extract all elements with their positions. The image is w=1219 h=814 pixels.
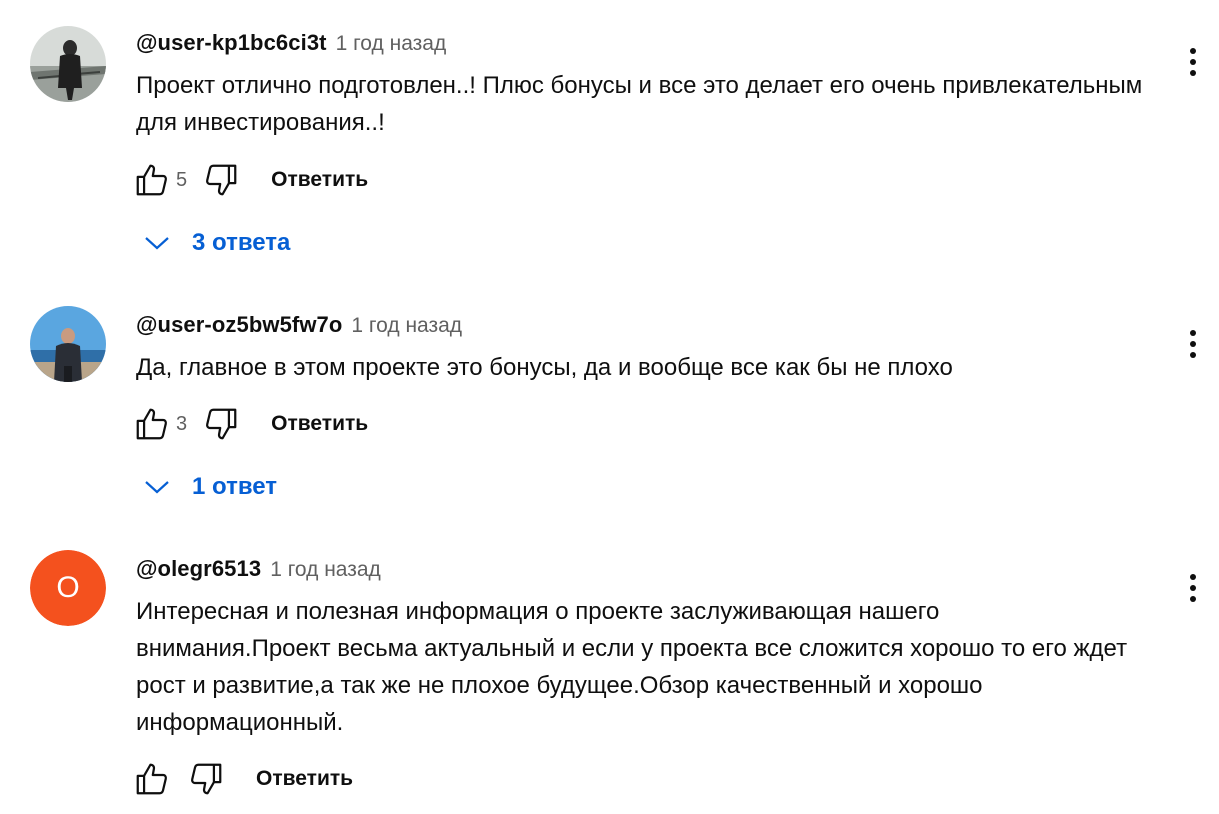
comment-author[interactable]: @user-oz5bw5fw7o	[136, 312, 342, 338]
photo-avatar-icon	[30, 26, 106, 102]
comment-text: Да, главное в этом проекте это бонусы, д…	[136, 354, 953, 381]
view-replies-button[interactable]: 3 ответа	[144, 226, 290, 260]
chevron-down-icon	[145, 237, 169, 250]
more-vertical-icon	[1190, 48, 1196, 76]
comment-text: Проект отлично подготовлен..! Плюс бонус…	[136, 72, 1143, 136]
avatar[interactable]: O	[30, 550, 106, 626]
thumb-up-icon	[136, 164, 167, 196]
chevron-down-icon	[145, 481, 169, 494]
comment-actions: 3 Ответить	[130, 402, 368, 446]
more-vertical-icon	[1190, 330, 1196, 358]
comment-author[interactable]: @olegr6513	[136, 556, 261, 582]
like-button[interactable]	[130, 757, 174, 801]
dislike-button[interactable]	[199, 402, 243, 446]
reply-button[interactable]: Ответить	[256, 759, 353, 799]
reply-button[interactable]: Ответить	[271, 404, 368, 444]
comment-menu-button[interactable]	[1176, 566, 1210, 610]
thumb-up-icon	[136, 408, 167, 440]
comment-author[interactable]: @user-kp1bc6ci3t	[136, 30, 327, 56]
like-count: 5	[176, 168, 188, 191]
dislike-button[interactable]	[199, 158, 243, 202]
comment-menu-button[interactable]	[1176, 322, 1210, 366]
like-button[interactable]	[130, 158, 174, 202]
dislike-button[interactable]	[184, 757, 228, 801]
comment-timestamp[interactable]: 1 год назад	[336, 32, 447, 56]
comment-actions: Ответить	[130, 757, 353, 801]
comment-menu-button[interactable]	[1176, 40, 1210, 84]
like-button[interactable]	[130, 402, 174, 446]
thumb-down-icon	[206, 408, 237, 440]
view-replies-button[interactable]: 1 ответ	[144, 470, 277, 504]
reply-button[interactable]: Ответить	[271, 160, 368, 200]
avatar[interactable]	[30, 306, 106, 382]
like-count: 3	[176, 412, 188, 435]
replies-count-label: 3 ответа	[192, 229, 291, 256]
more-vertical-icon	[1190, 574, 1196, 602]
avatar[interactable]	[30, 26, 106, 102]
comment-text: Интересная и полезная информация о проек…	[136, 598, 1128, 736]
thumb-up-icon	[136, 763, 167, 795]
photo-avatar-icon	[30, 306, 106, 382]
comment-actions: 5 Ответить	[130, 158, 368, 202]
thumb-down-icon	[191, 763, 222, 795]
comment-timestamp[interactable]: 1 год назад	[270, 558, 381, 582]
comment-timestamp[interactable]: 1 год назад	[351, 314, 462, 338]
replies-count-label: 1 ответ	[192, 473, 278, 500]
thumb-down-icon	[206, 164, 237, 196]
letter-avatar: O	[30, 550, 106, 626]
